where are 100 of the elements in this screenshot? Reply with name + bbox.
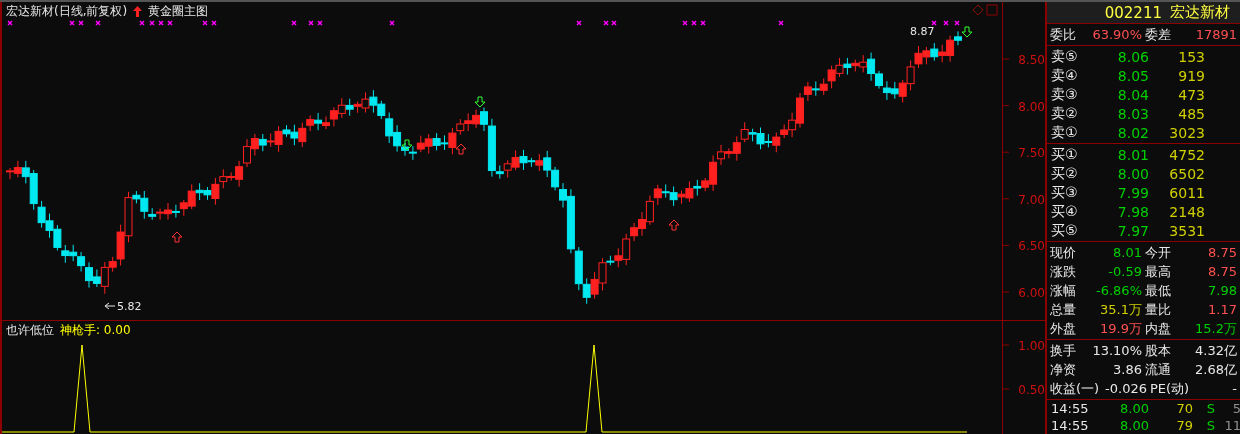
arrow-up-icon — [455, 143, 467, 155]
order-volume: 3023 — [1168, 124, 1205, 141]
candlestick — [503, 159, 512, 179]
quote-label: 最低 — [1145, 281, 1171, 300]
low-price-marker-icon — [104, 302, 116, 310]
candlestick — [464, 112, 473, 132]
candlestick — [882, 80, 891, 101]
signal-mark-icon — [7, 20, 13, 26]
signal-mark-icon — [576, 20, 582, 26]
quote-value: 4.32亿 — [1194, 341, 1237, 360]
arrow-down-icon — [474, 96, 486, 108]
candlestick — [811, 80, 820, 97]
signal-mark-icon — [202, 20, 208, 26]
indicator-axis-label: 0.50 — [1018, 383, 1045, 397]
quote-label: 现价 — [1050, 243, 1076, 262]
signal-mark-icon — [700, 20, 706, 26]
candlestick — [835, 57, 844, 78]
signal-mark-icon — [691, 20, 697, 26]
order-level-label: 买① — [1051, 145, 1079, 164]
candlestick — [930, 42, 939, 62]
candlestick — [472, 109, 481, 129]
trade-time: 14:55 — [1051, 401, 1090, 416]
quote-label: 总量 — [1050, 300, 1076, 319]
diamond-icon — [972, 4, 984, 16]
arrow-down-icon — [961, 26, 973, 38]
order-volume: 485 — [1177, 105, 1205, 122]
order-price: 8.03 — [1116, 105, 1149, 122]
candlestick — [77, 251, 86, 272]
order-level-label: 卖⑤ — [1051, 47, 1079, 66]
quote-value: 8.01 — [1112, 245, 1142, 260]
order-price: 8.05 — [1116, 67, 1149, 84]
order-level-label: 卖① — [1051, 123, 1079, 142]
price-axis-label: 8.50 — [1018, 53, 1045, 67]
signal-mark-icon — [611, 20, 617, 26]
arrow-up-icon — [668, 219, 680, 231]
quote-label: 今开 — [1145, 243, 1171, 262]
order-volume: 6011 — [1168, 184, 1205, 201]
arrow-down-icon — [401, 139, 413, 151]
quote-label: 外盘 — [1050, 319, 1076, 338]
signal-mark-icon — [943, 20, 949, 26]
order-volume: 473 — [1177, 86, 1205, 103]
signal-mark-icon — [149, 20, 155, 26]
signal-mark-icon — [291, 20, 297, 26]
order-price: 8.04 — [1116, 86, 1149, 103]
quote-value: - — [1231, 381, 1237, 396]
signal-mark-icon — [603, 20, 609, 26]
order-price: 8.06 — [1116, 48, 1149, 65]
candlestick — [693, 179, 702, 197]
trade-count: 11 — [1223, 418, 1240, 433]
order-level-label: 卖② — [1051, 104, 1079, 123]
quote-value: 13.10% — [1091, 343, 1142, 358]
formula-name[interactable]: 黄金圈主图 — [148, 3, 209, 20]
quote-label: 量比 — [1145, 300, 1171, 319]
candlestick — [45, 213, 54, 239]
quote-label: 委比 — [1050, 25, 1076, 44]
quote-value: 17891 — [1194, 27, 1237, 42]
quote-value: 8.75 — [1207, 245, 1237, 260]
quote-value: 2.68亿 — [1194, 360, 1237, 379]
signal-mark-icon — [389, 20, 395, 26]
quote-label: 内盘 — [1145, 319, 1171, 338]
low-price-label: 5.82 — [117, 300, 142, 313]
candlestick — [432, 132, 441, 151]
order-volume: 6502 — [1168, 165, 1205, 182]
quote-value: -0.026 — [1104, 381, 1147, 396]
order-price: 7.97 — [1116, 222, 1149, 239]
arrow-up-icon — [133, 6, 143, 17]
candlestick — [653, 184, 662, 206]
candlestick — [772, 132, 781, 153]
price-axis-label: 8.00 — [1018, 99, 1045, 114]
price-axis-label: 6.00 — [1018, 286, 1045, 300]
signal-mark-icon — [69, 20, 75, 26]
quote-value: 35.1万 — [1099, 300, 1142, 319]
trade-side: S — [1205, 401, 1215, 416]
candlestick — [661, 183, 670, 199]
high-price-label: 8.87 — [910, 25, 935, 38]
quote-label: PE(动) — [1149, 379, 1190, 398]
candlestick — [250, 133, 259, 157]
quote-value: 15.2万 — [1194, 319, 1237, 338]
panel-toggle-icon[interactable] — [986, 4, 998, 16]
quote-value: -6.86% — [1095, 283, 1142, 298]
candlestick — [61, 244, 70, 264]
quote-value: 7.98 — [1207, 283, 1237, 298]
signal-mark-icon — [931, 20, 937, 26]
candlestick — [922, 46, 931, 65]
quote-value: 1.17 — [1207, 302, 1237, 317]
signal-mark-icon — [317, 20, 323, 26]
candlestick — [645, 195, 654, 226]
quote-label: 换手 — [1050, 341, 1076, 360]
signal-mark-icon — [95, 20, 101, 26]
quote-label: 净资 — [1050, 360, 1076, 379]
quote-label: 涨跌 — [1050, 262, 1076, 281]
candlestick — [424, 133, 433, 154]
stock-code: 002211 — [1104, 3, 1162, 22]
candlestick — [345, 98, 354, 117]
price-axis-label: 6.50 — [1018, 239, 1045, 254]
chart-title: 宏达新材(日线,前复权) — [6, 3, 128, 20]
signal-mark-icon — [778, 20, 784, 26]
trade-price: 8.00 — [1119, 401, 1149, 416]
order-price: 7.99 — [1116, 184, 1149, 201]
candlestick — [906, 59, 915, 91]
